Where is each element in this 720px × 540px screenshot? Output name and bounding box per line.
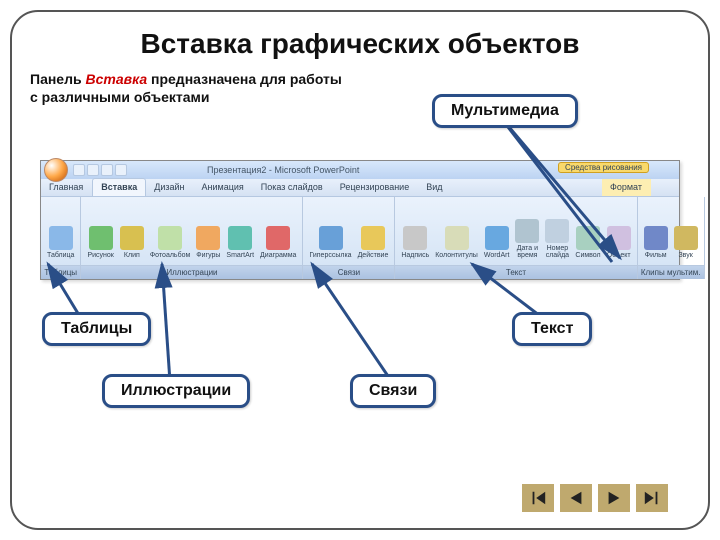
ribbon-item-icon <box>485 226 509 250</box>
callout-links: Связи <box>350 374 436 408</box>
ribbon-group-label: Клипы мультим. <box>638 265 704 279</box>
ribbon-item[interactable]: Фильм <box>642 200 670 262</box>
ribbon-item-icon <box>576 226 600 250</box>
ribbon-item[interactable]: Гиперссылка <box>307 200 353 262</box>
ribbon-item-icon <box>266 226 290 250</box>
tab-format[interactable]: Формат <box>602 179 651 196</box>
tab-insert[interactable]: Вставка <box>92 178 146 196</box>
tab-animation[interactable]: Анимация <box>194 179 253 196</box>
ribbon-item-icon <box>674 226 698 250</box>
ribbon-item[interactable]: Диаграмма <box>258 200 298 262</box>
ribbon-item[interactable]: Символ <box>573 200 602 262</box>
ribbon-screenshot: Презентация2 - Microsoft PowerPoint Сред… <box>40 160 680 280</box>
nav-last-button[interactable] <box>636 484 668 512</box>
ribbon-group-label: Иллюстрации <box>81 265 302 279</box>
ribbon-item-icon <box>361 226 385 250</box>
ribbon-item[interactable]: Таблица <box>45 200 76 262</box>
ribbon-item-icon <box>319 226 343 250</box>
window-title: Презентация2 - Microsoft PowerPoint <box>207 165 359 175</box>
tab-design[interactable]: Дизайн <box>146 179 193 196</box>
ribbon-body: Таблица Таблицы Рисунок Клип Фотоальбом Фигур… <box>41 197 679 279</box>
ribbon-item-label: Фотоальбом <box>150 252 190 260</box>
ribbon-item-label: Звук <box>678 252 692 260</box>
ribbon-item[interactable]: WordArt <box>482 200 512 262</box>
tab-slideshow[interactable]: Показ слайдов <box>253 179 332 196</box>
ribbon-item-label: Таблица <box>47 252 74 260</box>
ribbon-item[interactable]: SmartArt <box>224 200 256 262</box>
ribbon-item-label: Рисунок <box>87 252 113 260</box>
window-titlebar: Презентация2 - Microsoft PowerPoint Сред… <box>41 161 679 179</box>
nav-first-button[interactable] <box>522 484 554 512</box>
ribbon-group: Фильм Звук Клипы мультим. <box>638 197 705 279</box>
ribbon-item-icon <box>158 226 182 250</box>
ribbon-item[interactable]: Номер слайда <box>543 200 571 262</box>
ribbon-item[interactable]: Фотоальбом <box>148 200 192 262</box>
description: Панель Вставка предназначена для работы … <box>30 70 350 106</box>
ribbon-item-label: Гиперссылка <box>309 252 351 260</box>
ribbon-item-label: Надпись <box>401 252 429 260</box>
ribbon-item-label: SmartArt <box>226 252 254 260</box>
ribbon-item-icon <box>545 219 569 243</box>
ribbon-group: Таблица Таблицы <box>41 197 81 279</box>
ribbon-group: Надпись Колонтитулы WordArt Дата и время Ном… <box>395 197 637 279</box>
ribbon-item-label: Объект <box>607 252 631 260</box>
ribbon-item-icon <box>228 226 252 250</box>
ribbon-item-label: Номер слайда <box>545 245 569 260</box>
ribbon-item-label: Диаграмма <box>260 252 296 260</box>
ribbon-item[interactable]: Рисунок <box>85 200 115 262</box>
page-title: Вставка графических объектов <box>30 28 690 60</box>
ribbon-group: Рисунок Клип Фотоальбом Фигуры SmartArt Диагр… <box>81 197 303 279</box>
ribbon-item-label: Клип <box>124 252 140 260</box>
ribbon-item-label: WordArt <box>484 252 510 260</box>
ribbon-item[interactable]: Дата и время <box>513 200 541 262</box>
ribbon-item-label: Дата и время <box>515 245 539 260</box>
ribbon-item-icon <box>89 226 113 250</box>
ribbon-item-label: Действие <box>358 252 389 260</box>
ribbon-item-icon <box>644 226 668 250</box>
ribbon-tabs: Главная Вставка Дизайн Анимация Показ сл… <box>41 179 679 197</box>
ribbon-group-label: Текст <box>395 265 636 279</box>
ribbon-item-label: Фильм <box>645 252 667 260</box>
ribbon-item[interactable]: Объект <box>605 200 633 262</box>
nav-next-button[interactable] <box>598 484 630 512</box>
ribbon-item[interactable]: Действие <box>356 200 391 262</box>
ribbon-item[interactable]: Надпись <box>399 200 431 262</box>
nav-buttons <box>522 484 668 512</box>
tab-review[interactable]: Рецензирование <box>332 179 419 196</box>
ribbon-item-icon <box>49 226 73 250</box>
callout-tables: Таблицы <box>42 312 151 346</box>
ribbon-item-icon <box>607 226 631 250</box>
ribbon-item-icon <box>120 226 144 250</box>
ribbon-group: Гиперссылка Действие Связи <box>303 197 395 279</box>
ribbon-item[interactable]: Клип <box>118 200 146 262</box>
tab-view[interactable]: Вид <box>418 179 451 196</box>
ribbon-item-icon <box>196 226 220 250</box>
callout-illustrations: Иллюстрации <box>102 374 250 408</box>
callout-multimedia: Мультимедиа <box>432 94 578 128</box>
ribbon-item[interactable]: Звук <box>672 200 700 262</box>
tab-home[interactable]: Главная <box>41 179 92 196</box>
quick-access-toolbar[interactable] <box>73 164 127 176</box>
ribbon-item-label: Фигуры <box>196 252 220 260</box>
ribbon-item[interactable]: Фигуры <box>194 200 222 262</box>
nav-prev-button[interactable] <box>560 484 592 512</box>
callout-text: Текст <box>512 312 592 346</box>
ribbon-group-label: Связи <box>303 265 394 279</box>
ribbon-group-label: Таблицы <box>41 265 80 279</box>
ribbon-item-icon <box>445 226 469 250</box>
contextual-tools-label: Средства рисования <box>558 162 649 173</box>
ribbon-item[interactable]: Колонтитулы <box>433 200 480 262</box>
ribbon-item-icon <box>403 226 427 250</box>
ribbon-item-label: Символ <box>575 252 600 260</box>
ribbon-item-label: Колонтитулы <box>435 252 478 260</box>
ribbon-item-icon <box>515 219 539 243</box>
